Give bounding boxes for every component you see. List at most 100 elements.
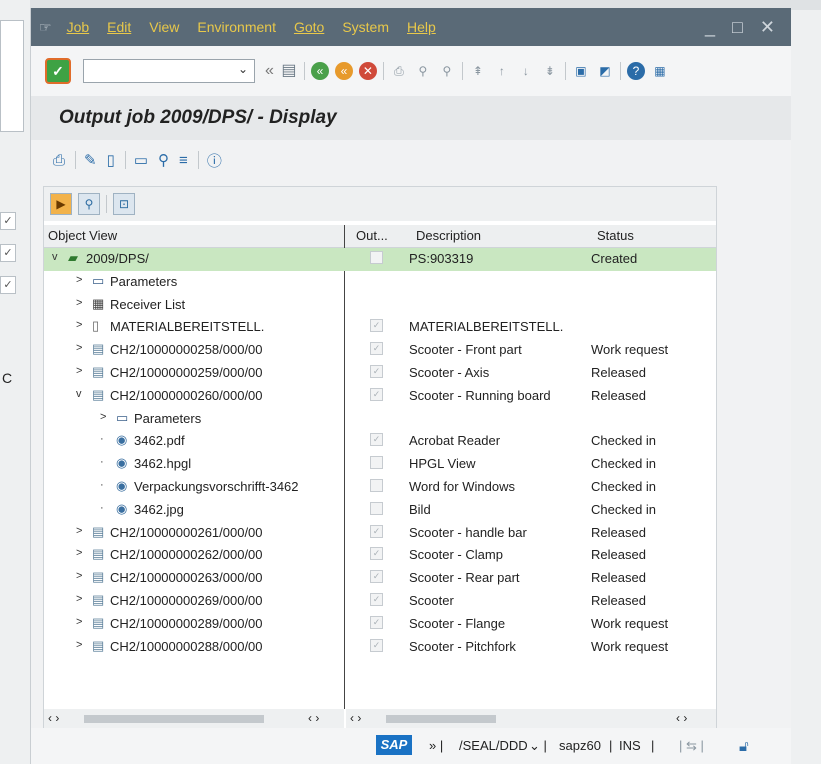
enter-check-icon[interactable]: ✓	[45, 58, 71, 84]
output-checkbox[interactable]: ✓	[370, 615, 383, 629]
collapse-icon[interactable]: «	[265, 62, 274, 80]
lock-icon[interactable]: 🔓︎	[739, 738, 749, 755]
help-icon[interactable]: ?	[626, 62, 645, 80]
tree-node-label[interactable]: Parameters	[134, 411, 201, 426]
tree-row[interactable]: · ◉ Verpackungsvorschrifft-3462 Word for Wi…	[44, 476, 716, 499]
tree-node-label[interactable]: Verpackungsvorschrifft-3462	[134, 479, 299, 494]
status-expand-icon[interactable]: » |	[429, 738, 443, 753]
tree-row[interactable]: > ▤ CH2/10000000288/000/00 ✓ Scooter - Pitch…	[44, 636, 716, 659]
save-icon[interactable]: ▤	[280, 62, 298, 80]
tree-row[interactable]: v ▤ CH2/10000000260/000/00 ✓ Scooter - Runni…	[44, 385, 716, 408]
output-checkbox[interactable]: ✓	[370, 365, 383, 378]
menu-view[interactable]: View	[149, 19, 179, 35]
menu-job[interactable]: Job	[67, 19, 90, 35]
filter-icon[interactable]: ≡	[179, 152, 188, 169]
tree-node-label[interactable]: CH2/10000000258/000/00	[110, 342, 263, 357]
tree-row[interactable]: · ◉ 3462.jpg Bild Checked in	[44, 499, 716, 522]
chevron-down-icon[interactable]: ⌄	[238, 62, 248, 76]
output-checkbox[interactable]: ✓	[370, 433, 383, 447]
chevron-right-icon[interactable]: >	[76, 593, 82, 605]
output-checkbox[interactable]: ✓	[370, 638, 383, 652]
column-header-object-view[interactable]: Object View	[48, 228, 117, 243]
chevron-right-icon[interactable]: >	[76, 639, 82, 651]
tree-row[interactable]: > ▤ CH2/10000000261/000/00 ✓ Scooter - handl…	[44, 522, 716, 545]
tree-row[interactable]: > ▤ CH2/10000000259/000/00 ✓ Scooter - Axis R…	[44, 362, 716, 385]
menu-environment[interactable]: Environment	[197, 19, 276, 35]
tree-row[interactable]: > ▯ MATERIALBEREITSTELL. ✓ MATERIALBEREITSTE…	[44, 316, 716, 339]
tree-node-label[interactable]: CH2/10000000260/000/00	[110, 388, 263, 403]
chevron-down-icon[interactable]: ⌄ |	[529, 738, 547, 754]
new-document-icon[interactable]: ▯	[107, 151, 115, 169]
tree-row[interactable]: > ▭ Parameters	[44, 271, 716, 294]
tree-node-label[interactable]: CH2/10000000288/000/00	[110, 639, 263, 654]
folder-icon[interactable]: ▭	[134, 151, 148, 169]
tree-node-label[interactable]: Parameters	[110, 274, 177, 289]
output-checkbox[interactable]	[370, 251, 383, 264]
tree-row[interactable]: · ◉ 3462.pdf ✓ Acrobat Reader Checked in	[44, 430, 716, 453]
tree-node-label[interactable]: Receiver List	[110, 297, 185, 312]
tree-row[interactable]: > ▤ CH2/10000000263/000/00 ✓ Scooter - Rear …	[44, 567, 716, 590]
output-checkbox[interactable]	[370, 479, 383, 492]
last-page-icon[interactable]: ⇟	[541, 62, 559, 80]
first-page-icon[interactable]: ⇞	[469, 62, 487, 80]
tree-node-label[interactable]: CH2/10000000262/000/00	[110, 547, 263, 562]
tree-row[interactable]: v ▰ 2009/DPS/PS:903319 Created	[44, 248, 716, 271]
chevron-right-icon[interactable]: >	[100, 411, 106, 423]
find-next-icon[interactable]: ⚲	[438, 62, 456, 80]
tree-node-label[interactable]: CH2/10000000259/000/00	[110, 365, 263, 380]
command-field[interactable]: ⌄	[83, 59, 255, 83]
scroll-right-icon[interactable]: ‹ ›	[676, 711, 687, 725]
collapse-node-icon[interactable]: ⊡	[113, 193, 135, 215]
column-header-output[interactable]: Out...	[356, 228, 388, 243]
status-toggle-icon[interactable]: | ⇆ |	[679, 738, 704, 754]
tree-row[interactable]: > ▤ CH2/10000000262/000/00 ✓ Scooter - Clamp…	[44, 544, 716, 567]
tree-node-label[interactable]: 3462.jpg	[134, 502, 184, 517]
output-checkbox[interactable]: ✓	[370, 593, 383, 606]
tree-node-label[interactable]: 3462.pdf	[134, 433, 185, 448]
output-checkbox[interactable]: ✓	[370, 342, 383, 356]
find-icon[interactable]: ⚲	[414, 62, 432, 80]
menu-system[interactable]: System	[342, 19, 389, 35]
scroll-left-icon[interactable]: ‹ ›	[350, 711, 361, 725]
output-checkbox[interactable]	[370, 456, 383, 470]
menu-help[interactable]: Help	[407, 19, 436, 35]
tree-node-label[interactable]: CH2/10000000263/000/00	[110, 570, 263, 585]
expand-icon[interactable]: ▶	[50, 193, 72, 215]
cancel-icon[interactable]: ✕	[358, 62, 377, 80]
output-checkbox[interactable]: ✓	[370, 524, 383, 538]
output-checkbox[interactable]: ✓	[370, 387, 383, 401]
chevron-right-icon[interactable]: >	[76, 274, 82, 286]
column-header-description[interactable]: Description	[416, 228, 481, 243]
tree-row[interactable]: > ▤ CH2/10000000269/000/00 ✓ Scooter Released	[44, 590, 716, 613]
output-checkbox[interactable]: ✓	[370, 570, 383, 584]
next-page-icon[interactable]: ↓	[517, 62, 535, 80]
back-icon[interactable]: «	[310, 62, 329, 80]
output-checkbox[interactable]: ✓	[370, 547, 383, 561]
menu-exit-icon[interactable]: ☞	[39, 19, 52, 36]
chevron-right-icon[interactable]: >	[76, 319, 82, 331]
exit-icon[interactable]: «	[334, 62, 353, 80]
print-icon[interactable]: ⎙	[390, 62, 408, 80]
binoculars-icon[interactable]: ⚲	[158, 151, 169, 169]
chevron-right-icon[interactable]: >	[76, 525, 82, 537]
chevron-right-icon[interactable]: >	[76, 342, 82, 354]
tree-row[interactable]: · ◉ 3462.hpgl HPGL View Checked in	[44, 453, 716, 476]
scroll-right-icon[interactable]: ‹ ›	[308, 711, 319, 725]
print-icon[interactable]: ⎙	[53, 152, 65, 169]
chevron-right-icon[interactable]: >	[76, 297, 82, 309]
tree-row[interactable]: > ▤ CH2/10000000258/000/00 ✓ Scooter - Front…	[44, 339, 716, 362]
scroll-thumb[interactable]	[386, 715, 496, 723]
create-session-icon[interactable]: ▣	[572, 62, 590, 80]
tree-horizontal-scrollbar[interactable]: ‹ › ‹ ›	[44, 709, 344, 729]
columns-horizontal-scrollbar[interactable]: ‹ › ‹ ›	[346, 709, 716, 729]
chevron-right-icon[interactable]: >	[76, 570, 82, 582]
menu-edit[interactable]: Edit	[107, 19, 131, 35]
chevron-down-icon[interactable]: v	[52, 251, 58, 263]
tree-row[interactable]: > ▭ Parameters	[44, 408, 716, 431]
window-controls[interactable]: _ □ ✕	[705, 17, 781, 38]
tree-row[interactable]: > ▤ CH2/10000000289/000/00 ✓ Scooter - Flang…	[44, 613, 716, 636]
chevron-right-icon[interactable]: >	[76, 616, 82, 628]
tree-node-label[interactable]: CH2/10000000261/000/00	[110, 525, 263, 540]
chevron-right-icon[interactable]: >	[76, 547, 82, 559]
search-icon[interactable]: ⚲	[78, 193, 100, 215]
